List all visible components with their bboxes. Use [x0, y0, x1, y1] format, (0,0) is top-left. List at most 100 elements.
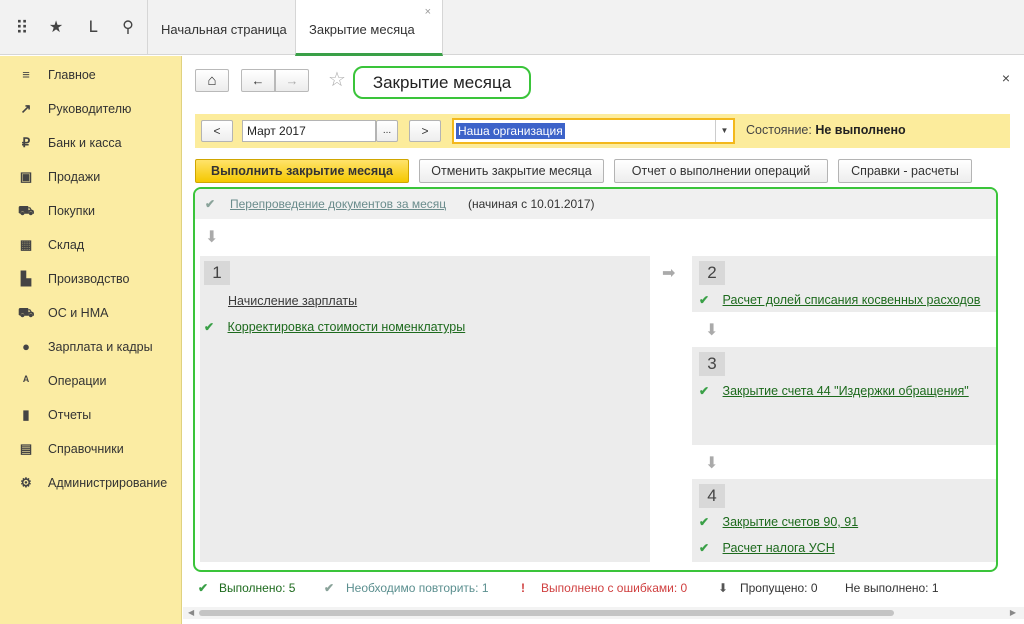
horizontal-scrollbar[interactable]: ◀ ▶ — [183, 607, 1024, 619]
status-not-done: Не выполнено: 1 — [845, 581, 939, 595]
close-icon[interactable]: × — [1002, 70, 1010, 86]
state-indicator: Состояние: Не выполнено — [746, 123, 906, 137]
period-picker-button[interactable]: ... — [376, 120, 398, 142]
operations-report-button[interactable]: Отчет о выполнении операций — [614, 159, 828, 183]
arrow-left-icon: ← — [251, 73, 265, 88]
sidebar-item-label: Производство — [48, 272, 130, 286]
arrow-down-icon: ⬇ — [705, 322, 719, 339]
status-repeat: Необходимо повторить: 1 — [346, 581, 489, 595]
step-number: 2 — [699, 261, 725, 285]
history-icon[interactable]: ᒪ — [82, 17, 104, 39]
step-group-4: 4 ✔ Закрытие счетов 90, 91 ✔ Расчет нало… — [692, 479, 996, 562]
period-input[interactable]: Март 2017 — [242, 120, 376, 142]
step-number: 3 — [699, 352, 725, 376]
factory-icon: ▙ — [21, 271, 31, 286]
step-link[interactable]: Корректировка стоимости номенклатуры — [228, 320, 466, 334]
sidebar-item-label: Склад — [48, 238, 85, 252]
search-icon[interactable]: ⚲ — [117, 17, 139, 39]
step-item: ✔ Закрытие счетов 90, 91 — [699, 515, 858, 529]
sidebar-item-payroll[interactable]: ● Зарплата и кадры — [0, 332, 182, 362]
menu-lines-icon: ≡ — [22, 67, 30, 82]
status-errors: Выполнено с ошибками: 0 — [541, 581, 688, 595]
person-icon: ● — [22, 339, 30, 354]
tab-month-closing[interactable]: Закрытие месяца × — [295, 0, 443, 56]
sidebar-item-label: Операции — [48, 374, 107, 388]
cancel-closing-button[interactable]: Отменить закрытие месяца — [419, 159, 604, 183]
closing-steps-panel: ✔ Перепроведение документов за месяц (на… — [193, 187, 998, 572]
sidebar-item-label: Отчеты — [48, 408, 92, 422]
arrow-down-icon: ⬇ — [718, 581, 729, 595]
step-item: ✔ Корректировка стоимости номенклатуры — [204, 320, 465, 334]
step-item: ✔ Расчет налога УСН — [699, 541, 835, 555]
sidebar-item-warehouse[interactable]: ▦ Склад — [0, 230, 182, 260]
trend-icon: ↗ — [20, 101, 32, 116]
step-link[interactable]: Начисление зарплаты — [228, 294, 357, 308]
tab-home[interactable]: Начальная страница — [147, 0, 295, 55]
sidebar-item-operations[interactable]: ᴬ Операции — [0, 366, 182, 396]
ruble-coin-icon: ₽ — [21, 135, 31, 150]
check-icon: ✔ — [699, 515, 710, 529]
chevron-down-icon[interactable]: ▼ — [715, 120, 733, 142]
forward-button[interactable]: → — [275, 69, 309, 92]
back-button[interactable]: ← — [241, 69, 275, 92]
check-icon: ✔ — [204, 320, 215, 334]
tab-label: Закрытие месяца — [309, 22, 415, 37]
operations-icon: ᴬ — [22, 373, 30, 388]
sidebar-item-purchases[interactable]: ⛟ Покупки — [0, 196, 182, 226]
tab-label: Начальная страница — [161, 22, 287, 37]
next-period-button[interactable]: > — [409, 120, 441, 142]
repost-note: (начиная с 10.01.2017) — [468, 197, 595, 211]
status-skipped: Пропущено: 0 — [740, 581, 818, 595]
favorite-star-icon[interactable]: ☆ — [328, 70, 346, 90]
home-icon: ⌂ — [207, 72, 217, 89]
step-link[interactable]: Закрытие счетов 90, 91 — [723, 515, 859, 529]
sidebar-item-label: Банк и касса — [48, 136, 122, 150]
top-toolbar: ⠿ ★ ᒪ ⚲ Начальная страница Закрытие меся… — [0, 0, 1024, 56]
page-title: Закрытие месяца — [353, 66, 531, 99]
sidebar-item-manager[interactable]: ↗ Руководителю — [0, 94, 182, 124]
check-icon: ✔ — [699, 293, 710, 307]
sidebar-item-label: ОС и НМА — [48, 306, 109, 320]
sidebar-item-catalogs[interactable]: ▤ Справочники — [0, 434, 182, 464]
close-icon[interactable]: × — [425, 0, 431, 42]
shopping-bag-icon: ▣ — [19, 169, 33, 184]
sidebar-item-production[interactable]: ▙ Производство — [0, 264, 182, 294]
state-label: Состояние: — [746, 123, 812, 137]
sidebar-item-reports[interactable]: ▮ Отчеты — [0, 400, 182, 430]
check-icon: ✔ — [699, 384, 710, 398]
step-link[interactable]: Закрытие счета 44 "Издержки обращения" — [723, 384, 969, 398]
sidebar-item-bank[interactable]: ₽ Банк и касса — [0, 128, 182, 158]
sidebar-item-main[interactable]: ≡ Главное — [0, 60, 182, 90]
prev-period-button[interactable]: < — [201, 120, 233, 142]
calculations-button[interactable]: Справки - расчеты — [838, 159, 972, 183]
sidebar-item-label: Продажи — [48, 170, 101, 184]
sidebar: ≡ Главное ↗ Руководителю ₽ Банк и касса ▣ Пр… — [0, 56, 182, 624]
favorites-star-icon[interactable]: ★ — [45, 17, 67, 39]
check-icon: ✔ — [198, 581, 209, 595]
arrow-down-icon: ⬇ — [205, 229, 219, 246]
home-button[interactable]: ⌂ — [195, 69, 229, 92]
scroll-right-icon[interactable]: ▶ — [1010, 607, 1016, 619]
sidebar-item-fixed-assets[interactable]: ⛟ ОС и НМА — [0, 298, 182, 328]
sidebar-item-label: Покупки — [48, 204, 96, 218]
sidebar-item-sales[interactable]: ▣ Продажи — [0, 162, 182, 192]
repost-link[interactable]: Перепроведение документов за месяц — [230, 189, 446, 219]
step-number: 4 — [699, 484, 725, 508]
truck-icon: ⛟ — [18, 305, 35, 320]
scroll-left-icon[interactable]: ◀ — [188, 607, 194, 619]
apps-grid-icon[interactable]: ⠿ — [11, 17, 33, 39]
step-link[interactable]: Расчет налога УСН — [723, 541, 835, 555]
arrow-down-icon: ⬇ — [705, 455, 719, 472]
step-group-1: 1 Начисление зарплаты ✔ Корректировка ст… — [200, 256, 650, 562]
check-icon: ✔ — [699, 541, 710, 555]
execute-closing-button[interactable]: Выполнить закрытие месяца — [195, 159, 409, 183]
step-group-3: 3 ✔ Закрытие счета 44 "Издержки обращени… — [692, 347, 996, 445]
cart-icon: ⛟ — [18, 203, 35, 218]
filter-bar: < Март 2017 ... > Наша организация ▼ Сос… — [195, 114, 1010, 148]
sidebar-item-administration[interactable]: ⚙ Администрирование — [0, 468, 182, 498]
scroll-thumb[interactable] — [199, 610, 894, 616]
sidebar-item-label: Главное — [48, 68, 96, 82]
sidebar-item-label: Руководителю — [48, 102, 132, 116]
organization-select[interactable]: Наша организация ▼ — [452, 118, 735, 144]
step-link[interactable]: Расчет долей списания косвенных расходов — [723, 293, 981, 307]
